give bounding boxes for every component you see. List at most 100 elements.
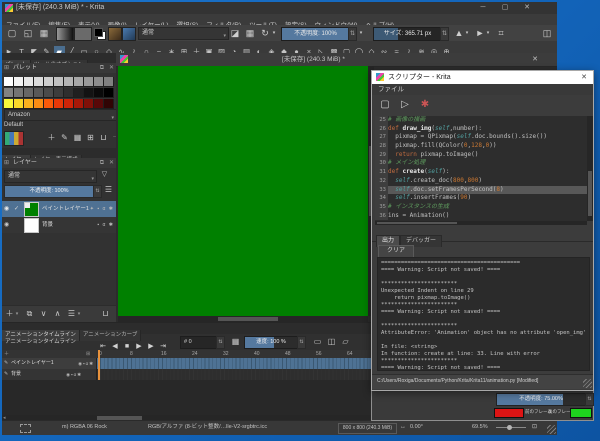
window-titlebar[interactable]: [未保存] (240.3 MiB) * - Krita ─ ▢ ✕ (2, 2, 557, 14)
layer-thumbnail[interactable] (24, 202, 39, 217)
brush-preset-thumbnail[interactable] (122, 27, 136, 41)
save-palette-button[interactable]: ▦ (72, 132, 83, 143)
canvas-subwindow-titlebar[interactable]: [未保存] (240.3 MiB) * ✕ (116, 53, 557, 67)
color-swatch[interactable] (64, 99, 74, 109)
opacity-spin-buttons[interactable]: ⇅ (348, 27, 357, 41)
chevron-down-icon[interactable]: ▾ (76, 309, 82, 320)
rotate-icon[interactable]: ↔ (400, 421, 406, 434)
edit-palette-button[interactable]: ✎ (59, 132, 70, 143)
color-swatch[interactable] (74, 99, 84, 109)
eraser-mode-icon[interactable]: ◪ (229, 27, 241, 39)
run-script-icon[interactable]: ▷ (398, 98, 412, 112)
scrollbar-thumb[interactable] (377, 222, 457, 224)
close-docker-icon[interactable]: ✕ (109, 158, 114, 168)
lock-icon[interactable]: ▪ (97, 222, 100, 228)
layer-filter-icon[interactable]: ▽ (99, 169, 110, 180)
scrollbar-thumb[interactable] (588, 171, 592, 216)
palette-select-dropdown[interactable]: Amazon ▾ (4, 109, 117, 121)
brush-preset-icon[interactable] (108, 27, 122, 41)
alpha-icon[interactable]: α (103, 206, 107, 212)
resize-grip[interactable] (583, 379, 592, 388)
eye-icon[interactable]: ◉ (4, 201, 9, 217)
code-editor[interactable]: 25# 画像の描画26def draw_img(self,number):27 … (375, 116, 590, 221)
playhead-marker[interactable] (98, 350, 100, 380)
brush-size-slider[interactable]: サイズ: 365.71 px (373, 27, 442, 41)
size-spin-buttons[interactable]: ⇅ (440, 27, 449, 41)
close-docker-icon[interactable]: ✕ (109, 63, 114, 73)
float-docker-icon[interactable]: ⧉ (100, 63, 104, 73)
zoom-percentage[interactable]: 69.5% (472, 421, 488, 434)
onion-opacity-slider[interactable]: 不透明度: 75.00% (496, 393, 586, 406)
lock-icon[interactable]: ▪ (97, 206, 100, 212)
track-header[interactable]: ✎ 背景 ◉▪α✱ (2, 369, 97, 380)
onion-opacity-spin[interactable]: ⇅ (585, 393, 594, 406)
editor-horizontal-scrollbar[interactable] (375, 221, 587, 225)
color-swatch[interactable] (4, 99, 14, 109)
duplicate-layer-button[interactable]: ⧉ (24, 308, 35, 319)
output-console[interactable]: ========================================… (377, 257, 590, 371)
color-swatch[interactable] (34, 99, 44, 109)
subwindow-close-icon[interactable]: ✕ (528, 53, 542, 66)
onion-skin-toggle-icon[interactable]: ▭ (312, 336, 323, 347)
film-icon[interactable]: ▦ (230, 336, 241, 347)
editor-vertical-scrollbar[interactable] (587, 116, 593, 221)
move-layer-up-button[interactable]: ∧ (52, 308, 63, 319)
fg-color-swatch[interactable] (94, 28, 103, 37)
gradient-chooser[interactable] (56, 27, 74, 41)
layer-opacity-slider[interactable]: 不透明度: 100% (4, 185, 94, 198)
close-button[interactable]: ✕ (517, 2, 537, 14)
layer-name[interactable]: 背景 (42, 217, 53, 233)
zoom-slider-thumb[interactable] (507, 425, 512, 430)
workspace-chooser-icon[interactable]: ◫ (541, 27, 553, 39)
color-swatch[interactable] (24, 99, 34, 109)
gear-icon[interactable]: ✱ (109, 222, 114, 228)
frame-spin-buttons[interactable]: ⇅ (216, 336, 225, 349)
open-script-icon[interactable]: ▢ (378, 98, 392, 112)
minimize-button[interactable]: ─ (473, 2, 493, 14)
color-swatch[interactable] (104, 99, 114, 109)
chevron-down-icon[interactable]: ▾ (270, 27, 278, 39)
color-swatch[interactable] (14, 99, 24, 109)
color-swatch[interactable] (94, 99, 104, 109)
zoom-slider[interactable] (496, 427, 526, 428)
playback-speed-slider[interactable]: 速度: 100 % (244, 336, 298, 349)
plus-icon[interactable]: ＋ (4, 350, 9, 358)
pattern-chooser[interactable] (74, 27, 92, 41)
chevron-down-icon[interactable]: ▾ (463, 27, 471, 39)
layer-name[interactable]: ペイントレイヤー1 (42, 201, 89, 217)
layer-row-background[interactable]: ◉ 背景 ▪ α ✱ (2, 217, 116, 233)
track-header[interactable]: ✎ ペイントレイヤー1 ◉▪α✱ (2, 358, 97, 369)
add-color-button[interactable]: ＋ (46, 132, 57, 143)
eye-icon[interactable]: ◉ (4, 217, 9, 233)
scripter-titlebar[interactable]: スクリプター - Krita ✕ (372, 71, 593, 84)
pin-icon[interactable]: ✦ (90, 206, 95, 212)
next-frame-color-swatch[interactable] (570, 408, 592, 418)
onion-skin-settings-icon[interactable]: ◫ (326, 336, 337, 347)
scrollbar-thumb[interactable] (218, 317, 278, 321)
delete-color-button[interactable]: ⊔ (98, 132, 109, 143)
delete-layer-button[interactable]: ⊔ (100, 308, 111, 319)
close-icon[interactable]: ✕ (577, 71, 591, 84)
layer-options-icon[interactable]: ☰ (103, 184, 114, 195)
blend-mode-dropdown[interactable]: 通常 ▾ (138, 27, 229, 40)
layer-blend-mode-dropdown[interactable]: 通常 ▾ (4, 170, 97, 183)
monitor-icon[interactable]: ⊡ (532, 421, 537, 434)
chevron-down-icon[interactable]: ▾ (14, 309, 20, 320)
gear-icon[interactable]: ✱ (109, 206, 114, 212)
color-swatch[interactable] (84, 99, 94, 109)
layer-opacity-spin[interactable]: ⇅ (93, 185, 102, 198)
gear-icon[interactable]: ✱ (77, 372, 82, 377)
chevron-down-icon[interactable]: ▾ (484, 27, 492, 39)
new-document-icon[interactable]: ▢ (6, 27, 18, 39)
menu-file[interactable]: ファイル (378, 84, 404, 95)
layer-row-paint[interactable]: ◉ ✓ ペイントレイヤー1 ✦ ▪ α ✱ (2, 201, 116, 217)
float-docker-icon[interactable]: ⧉ (100, 158, 104, 168)
gear-icon[interactable]: ✱ (89, 361, 94, 366)
move-layer-down-button[interactable]: ∨ (38, 308, 49, 319)
alpha-icon[interactable]: α (103, 222, 107, 228)
speed-spin-buttons[interactable]: ⇅ (297, 336, 306, 349)
opacity-slider[interactable]: 不透明度: 100% (281, 27, 350, 41)
palette-thumbnail[interactable] (4, 131, 24, 146)
save-document-icon[interactable]: ▦ (38, 27, 50, 39)
chevron-down-icon[interactable]: ▾ (357, 27, 365, 39)
